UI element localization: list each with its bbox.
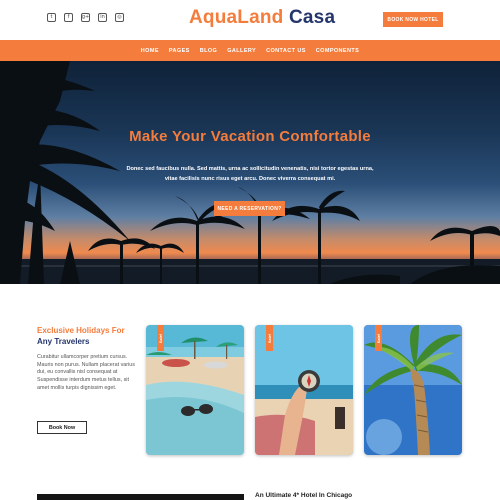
top-bar: t f g+ in ◎ AquaLand Casa BOOK NOW HOTEL — [0, 0, 500, 40]
offer-card-beach[interactable]: Sale! — [146, 325, 244, 455]
book-now-hotel-button[interactable]: BOOK NOW HOTEL — [383, 12, 443, 27]
site-logo[interactable]: AquaLand Casa — [189, 7, 335, 29]
social-links: t f g+ in ◎ — [47, 13, 124, 22]
logo-part-2: Casa — [288, 7, 336, 28]
video-preview-strip — [37, 494, 244, 500]
sale-tag: Sale! — [375, 325, 382, 351]
holidays-description: Curabitur ullamcorper pretium cursus. Ma… — [37, 354, 135, 391]
instagram-icon[interactable]: ◎ — [115, 13, 124, 22]
nav-item-blog[interactable]: BLOG — [200, 48, 218, 54]
offer-card-compass[interactable]: Sale! — [255, 325, 353, 455]
sale-tag-label: Sale! — [158, 333, 163, 344]
nav-item-components[interactable]: COMPONENTS — [316, 48, 359, 54]
offer-card-palm[interactable]: Sale! — [364, 325, 462, 455]
nav-item-gallery[interactable]: GALLERY — [227, 48, 256, 54]
holidays-heading-line-2: Any Travelers — [37, 337, 90, 346]
hero-banner: Make Your Vacation Comfortable Donec sed… — [0, 61, 500, 284]
google-plus-icon[interactable]: g+ — [81, 13, 90, 22]
sale-tag-label: Sale! — [267, 333, 272, 344]
logo-part-1: AquaLand — [189, 7, 284, 28]
hotel-heading: An Ultimate 4* Hotel In Chicago — [255, 492, 353, 499]
nav-item-home[interactable]: HOME — [141, 48, 159, 54]
nav-item-pages[interactable]: PAGES — [169, 48, 190, 54]
twitter-icon[interactable]: t — [47, 13, 56, 22]
facebook-icon[interactable]: f — [64, 13, 73, 22]
holidays-heading-line-1: Exclusive Holidays For — [37, 326, 125, 335]
main-nav: HOME PAGES BLOG GALLERY CONTACT US COMPO… — [0, 40, 500, 61]
nav-item-contact-us[interactable]: CONTACT US — [266, 48, 306, 54]
holidays-heading: Exclusive Holidays For Any Travelers — [37, 325, 125, 347]
hero-title: Make Your Vacation Comfortable — [129, 128, 371, 145]
sale-tag: Sale! — [157, 325, 164, 351]
hero-description: Donec sed faucibus nulla. Sed mattis, ur… — [126, 166, 374, 182]
sale-tag-label: Sale! — [376, 333, 381, 344]
linkedin-icon[interactable]: in — [98, 13, 107, 22]
sale-tag: Sale! — [266, 325, 273, 351]
book-now-button[interactable]: Book Now — [37, 421, 87, 434]
need-reservation-button[interactable]: NEED A RESERVATION? — [214, 201, 285, 216]
